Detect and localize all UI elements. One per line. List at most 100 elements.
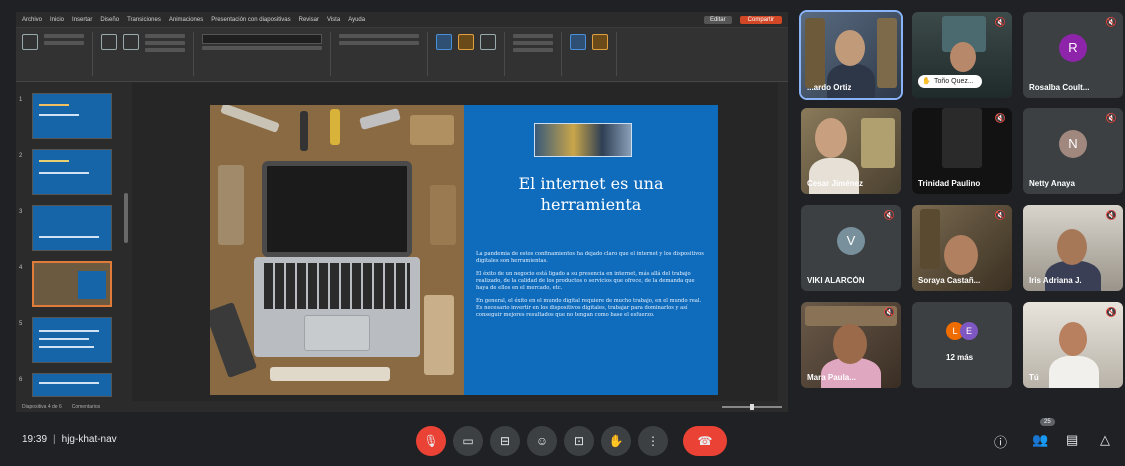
thumb-number: 6 (19, 377, 23, 383)
more-options-icon[interactable]: ⋮ (638, 426, 668, 456)
arrange-icon (458, 34, 474, 50)
mic-off-icon: 🔇 (883, 307, 895, 317)
slide-paragraph: La pandemia de estos confinamientos ha d… (476, 251, 704, 264)
slide-thumbnails: 1 2 3 4 5 6 (16, 83, 132, 401)
menu-item-diseno: Diseño (100, 16, 120, 23)
avatar: R (1059, 34, 1087, 62)
slides-options (145, 34, 185, 52)
dictate-icon (570, 34, 586, 50)
participant-name: Tú (1029, 373, 1039, 382)
participant-tile[interactable]: 🔇 Trinidad Paulino (912, 108, 1012, 194)
laptop-screen (262, 161, 412, 257)
menu-item-revisar: Revisar (298, 16, 319, 23)
quick-styles-icon (480, 34, 496, 50)
laptop-desk-photo (210, 105, 464, 395)
menu-item-insertar: Insertar (72, 16, 93, 23)
participant-name: ...ardo Ortiz (807, 83, 852, 92)
participant-tile[interactable]: Cesar Jiménez (801, 108, 901, 194)
ppt-menubar: Archivo Inicio Insertar Diseño Transicio… (16, 12, 788, 28)
mic-off-icon: 🔇 (994, 17, 1006, 27)
participant-tile[interactable]: 🔇 V VIKI ALARCÓN (801, 205, 901, 291)
menu-item-animaciones: Animaciones (168, 16, 204, 23)
participant-tile[interactable]: 🔇 N Netty Anaya (1023, 108, 1123, 194)
ribbon-group-font (202, 32, 331, 76)
slide-thumb-4 (32, 261, 112, 307)
avatar: N (1059, 130, 1087, 158)
laptop-keyboard (254, 257, 420, 357)
ribbon-group-paragraph (339, 32, 428, 76)
participant-tile[interactable]: 🔇 R Rosalba Coult... (1023, 12, 1123, 98)
meeting-time: 19:39 (22, 434, 48, 445)
mic-off-icon: 🔇 (994, 210, 1006, 220)
self-tile[interactable]: 🔇 Tú (1023, 302, 1123, 388)
info-icon[interactable]: ⓘ (994, 432, 1007, 451)
participant-name: Mara Paula... (807, 373, 856, 382)
captions-icon[interactable]: ⊟ (490, 426, 520, 456)
participant-tile[interactable]: 🔇 Mara Paula... (801, 302, 901, 388)
hang-up-icon[interactable]: ☎ (683, 426, 727, 456)
mic-off-icon: 🔇 (994, 113, 1006, 123)
avatar: V (837, 227, 865, 255)
thumb-number: 4 (19, 265, 23, 271)
more-participants-tile[interactable]: L E 12 más (912, 302, 1012, 388)
thumb-number: 2 (19, 153, 23, 159)
designer-icon (592, 34, 608, 50)
mic-off-icon[interactable]: 🎙 (416, 426, 446, 456)
raise-hand-icon[interactable]: ✋ (601, 426, 631, 456)
ppt-ribbon (16, 28, 788, 82)
mic-off-icon: 🔇 (1105, 307, 1117, 317)
slide-title: El internet es una herramienta (518, 174, 664, 214)
participant-tile[interactable]: 🔇 Soraya Castañ... (912, 205, 1012, 291)
slide-scrollbar (778, 83, 788, 401)
ppt-workarea: 1 2 3 4 5 6 El internet es una herramien… (16, 83, 788, 401)
chat-icon[interactable]: ▤ (1066, 432, 1078, 448)
slide-thumb-3 (32, 205, 112, 251)
slide-thumb-1 (32, 93, 112, 139)
new-slide-icon (101, 34, 117, 50)
shared-screen: Archivo Inicio Insertar Diseño Transicio… (16, 12, 788, 412)
ribbon-group-drawing (436, 32, 505, 76)
avatar: E (960, 322, 978, 340)
hand-raised-name: Toño Quez... (918, 75, 982, 88)
menu-item-ayuda: Ayuda (348, 16, 366, 23)
participant-tile[interactable]: ...ardo Ortiz (799, 10, 903, 100)
thumb-number: 1 (19, 97, 23, 103)
emoji-icon[interactable]: ☺ (527, 426, 557, 456)
mic-off-icon: 🔇 (1105, 17, 1117, 27)
participant-tile[interactable]: 🔇 Iris Adriana J. (1023, 205, 1123, 291)
ppt-share-button: Compartir (739, 15, 782, 24)
slide-body: La pandemia de estos confinamientos ha d… (476, 251, 708, 325)
more-count: 12 más (946, 353, 974, 362)
ppt-edit-button: Editar (703, 15, 732, 24)
meeting-code: hjg-khat-nav (61, 434, 117, 445)
participant-name: Cesar Jiménez (807, 179, 864, 188)
slide-counter: Diapositiva 4 de 6 (22, 403, 62, 410)
participant-name: Trinidad Paulino (918, 179, 981, 188)
thumbnail-scrollbar (124, 193, 128, 243)
thumb-number: 3 (19, 209, 23, 215)
mic-off-icon: 🔇 (1105, 113, 1117, 123)
participant-name: VIKI ALARCÓN (807, 276, 865, 285)
mic-off-icon: 🔇 (883, 210, 895, 220)
people-icon[interactable]: 👥 (1032, 432, 1048, 448)
slide-thumb-5 (32, 317, 112, 363)
clipboard-options (44, 34, 84, 45)
activities-icon[interactable]: △ (1100, 432, 1110, 448)
menu-item-inicio: Inicio (50, 16, 65, 23)
camera-icon[interactable]: ▭ (453, 426, 483, 456)
participant-count-badge: 25 (1040, 418, 1055, 426)
paragraph-options (339, 34, 419, 45)
present-icon[interactable]: ⊡ (564, 426, 594, 456)
participant-name: Iris Adriana J. (1029, 276, 1082, 285)
slide-header-image (534, 123, 632, 157)
meet-controls-bar: 19:39 | hjg-khat-nav 🎙 ▭ ⊟ ☺ ⊡ ✋ ⋮ ☎ ⓘ 25 … (0, 418, 1125, 466)
menu-item-transiciones: Transiciones (127, 16, 161, 23)
font-format-options (202, 46, 322, 50)
meeting-info: 19:39 | hjg-khat-nav (22, 434, 117, 445)
paste-icon (22, 34, 38, 50)
ribbon-group-voice (570, 32, 617, 76)
menu-item-vista: Vista (326, 16, 341, 23)
current-slide: El internet es una herramienta La pandem… (210, 105, 718, 395)
ribbon-group-slides (101, 32, 194, 76)
participant-tile[interactable]: 🔇 Toño Quez... (912, 12, 1012, 98)
